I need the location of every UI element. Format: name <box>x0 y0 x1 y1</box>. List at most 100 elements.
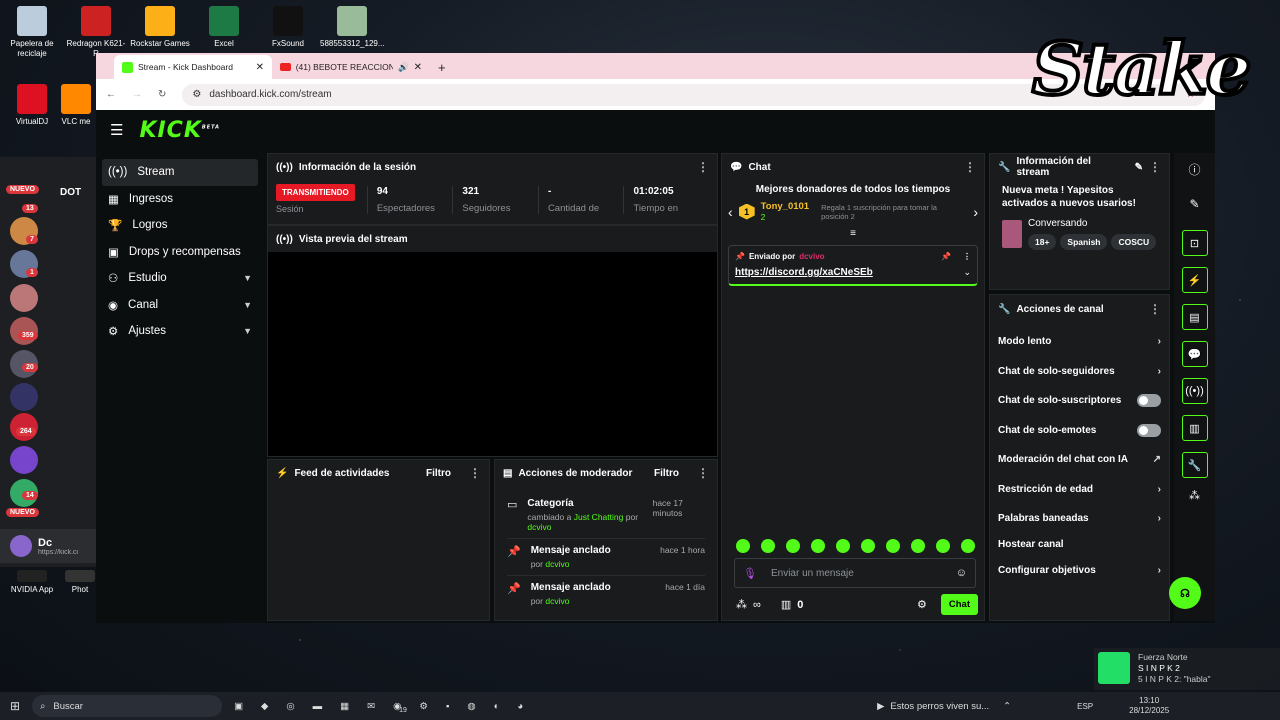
excel-icon[interactable]: Excel <box>192 6 256 49</box>
host-channel-item[interactable]: Hostear canal <box>990 534 1169 556</box>
chevron-left-icon[interactable]: ‹ <box>728 204 733 220</box>
slow-mode-item[interactable]: Modo lento › <box>990 327 1169 357</box>
wrench-icon[interactable]: 🔧 <box>1181 452 1208 478</box>
tray-chevron-icon[interactable]: ⌃ <box>1003 701 1011 712</box>
more-icon[interactable]: ⋮ <box>1149 302 1161 316</box>
lightning-icon[interactable]: ⚡ <box>1181 267 1208 293</box>
more-icon[interactable]: ⋮ <box>697 160 709 174</box>
more-icon[interactable]: ⋮ <box>1149 160 1161 174</box>
nav-ingresos[interactable]: ▦ Ingresos <box>102 186 258 213</box>
site-info-icon[interactable]: ⚙ <box>192 89 201 100</box>
fxsound-icon[interactable]: FxSound <box>256 6 320 49</box>
user-link[interactable]: dcvivo <box>545 596 569 606</box>
whatsapp-icon[interactable]: ◉ 19 <box>393 701 407 714</box>
back-icon[interactable]: ← <box>106 89 116 100</box>
copilot-icon[interactable]: ◆ <box>261 701 268 712</box>
chat-icon[interactable]: 💬 <box>1181 341 1208 367</box>
server-avatar[interactable] <box>10 446 38 474</box>
configure-goals-item[interactable]: Configurar objetivos › <box>990 556 1169 586</box>
filter-button[interactable]: Filtro <box>426 468 451 479</box>
points-icon[interactable]: ⁂ <box>736 598 747 611</box>
search-box[interactable]: ⌕ Buscar <box>32 695 223 717</box>
category-link[interactable]: Just Chatting <box>574 512 624 522</box>
image-file-icon[interactable]: 588553312_129... <box>320 6 385 49</box>
emote-icon[interactable] <box>861 539 875 553</box>
top-donor-name[interactable]: Tony_0101 <box>761 201 809 212</box>
info-icon[interactable]: ⓘ <box>1188 161 1200 178</box>
filter-button[interactable]: Filtro <box>654 468 679 479</box>
send-chat-button[interactable]: Chat <box>940 594 978 615</box>
nav-estudio[interactable]: ⚇ Estudio ▼ <box>102 265 258 292</box>
notification-toast[interactable]: Fuerza Norte S I N P K 25 I N P K 2: "hab… <box>1094 648 1280 690</box>
steam-icon[interactable]: ⚙ <box>419 701 428 712</box>
banned-words-item[interactable]: Palabras baneadas › <box>990 504 1169 534</box>
pinned-link[interactable]: https://discord.gg/xaCNeSEb <box>735 267 873 278</box>
emote-icon[interactable] <box>786 539 800 553</box>
channel-name[interactable]: DOT <box>60 187 81 198</box>
emote-icon[interactable] <box>961 539 975 553</box>
screenshot-icon[interactable]: ⊡ <box>1181 230 1208 256</box>
microphone-icon[interactable]: 🎙 <box>743 567 757 580</box>
shop-icon[interactable]: ▥ <box>781 598 791 611</box>
points-icon[interactable]: ⁂ <box>1189 489 1200 502</box>
emote-icon[interactable] <box>911 539 925 553</box>
age-restriction-item[interactable]: Restricción de edad › <box>990 475 1169 505</box>
emote-icon[interactable] <box>761 539 775 553</box>
virtualdj-icon[interactable]: VirtualDJ <box>0 84 64 127</box>
stream-icon[interactable]: ((•)) <box>1181 378 1208 404</box>
pin-icon[interactable]: 📌 <box>941 252 951 261</box>
document-icon[interactable]: ▤ <box>1181 304 1208 330</box>
nav-stream[interactable]: ((•)) Stream <box>102 159 258 186</box>
rockstar-icon[interactable]: Rockstar Games <box>128 6 192 49</box>
app-icon[interactable]: ◐ <box>494 701 500 712</box>
nvidia-app-icon[interactable]: NVIDIA App <box>0 570 64 595</box>
emoji-icon[interactable]: ☺ <box>956 567 967 579</box>
emotes-only-toggle[interactable] <box>1137 423 1161 437</box>
user-panel[interactable]: Dchttps://kick.com <box>0 529 96 563</box>
tab-kick-dashboard[interactable]: Stream - Kick Dashboard ✕ <box>114 55 272 79</box>
more-icon[interactable]: ⋮ <box>963 252 971 261</box>
chrome-icon[interactable]: ◍ <box>467 701 475 712</box>
more-icon[interactable]: ⋮ <box>964 160 976 174</box>
nav-ajustes[interactable]: ⚙ Ajustes ▼ <box>102 318 258 345</box>
vlc-icon[interactable]: VLC me <box>56 84 96 127</box>
emote-icon[interactable] <box>736 539 750 553</box>
chevron-right-icon[interactable]: › <box>973 204 978 220</box>
collapse-icon[interactable]: ≡ <box>722 228 984 239</box>
menu-icon[interactable]: ☰ <box>110 121 123 139</box>
redragon-icon[interactable]: Redragon K621-R <box>64 6 128 59</box>
gear-icon[interactable]: ⚙ <box>917 598 927 611</box>
chevron-down-icon[interactable]: ⌄ <box>963 267 971 278</box>
layout-icon[interactable]: ▥ <box>1181 415 1208 441</box>
edge-icon[interactable]: ◎ <box>286 701 294 712</box>
task-view-icon[interactable]: ▣ <box>234 701 243 712</box>
nav-canal[interactable]: ◉ Canal ▼ <box>102 292 258 319</box>
more-icon[interactable]: ⋮ <box>697 466 709 480</box>
recycle-bin-icon[interactable]: Papelera de reciclaje <box>0 6 64 59</box>
server-avatar[interactable] <box>10 383 38 411</box>
forward-icon[interactable]: → <box>132 89 142 100</box>
emote-icon[interactable] <box>836 539 850 553</box>
subscribers-only-toggle[interactable] <box>1137 394 1161 408</box>
chat-input[interactable]: 🎙 Enviar un mensaje ☺ <box>734 558 976 588</box>
pinned-user[interactable]: dcvivo <box>799 252 824 261</box>
kick-app-icon[interactable]: ▪ <box>446 701 449 712</box>
emote-icon[interactable] <box>936 539 950 553</box>
followers-only-item[interactable]: Chat de solo-seguidores › <box>990 357 1169 387</box>
edit-icon[interactable]: ✎ <box>1135 162 1143 173</box>
nav-drops[interactable]: ▣ Drops y recompensas <box>102 239 258 266</box>
close-icon[interactable]: ✕ <box>414 62 422 73</box>
language-indicator[interactable]: ESP <box>1077 702 1093 711</box>
ai-moderation-item[interactable]: Moderación del chat con IA ↗ <box>990 445 1169 475</box>
file-explorer-icon[interactable]: ▬ <box>313 701 323 712</box>
user-link[interactable]: dcvivo <box>527 522 551 532</box>
outlook-icon[interactable]: ✉ <box>367 701 375 712</box>
reload-icon[interactable]: ↻ <box>158 89 166 100</box>
support-button[interactable]: ☊ <box>1169 577 1201 609</box>
windows-start-icon[interactable]: ⊞ <box>10 699 20 713</box>
kick-logo[interactable]: KICKBETA <box>139 118 220 143</box>
photos-icon[interactable]: Phot <box>64 570 96 595</box>
discord-icon[interactable]: ◕ <box>517 701 523 712</box>
store-icon[interactable]: ▦ <box>340 701 349 712</box>
more-icon[interactable]: ⋮ <box>469 466 481 480</box>
